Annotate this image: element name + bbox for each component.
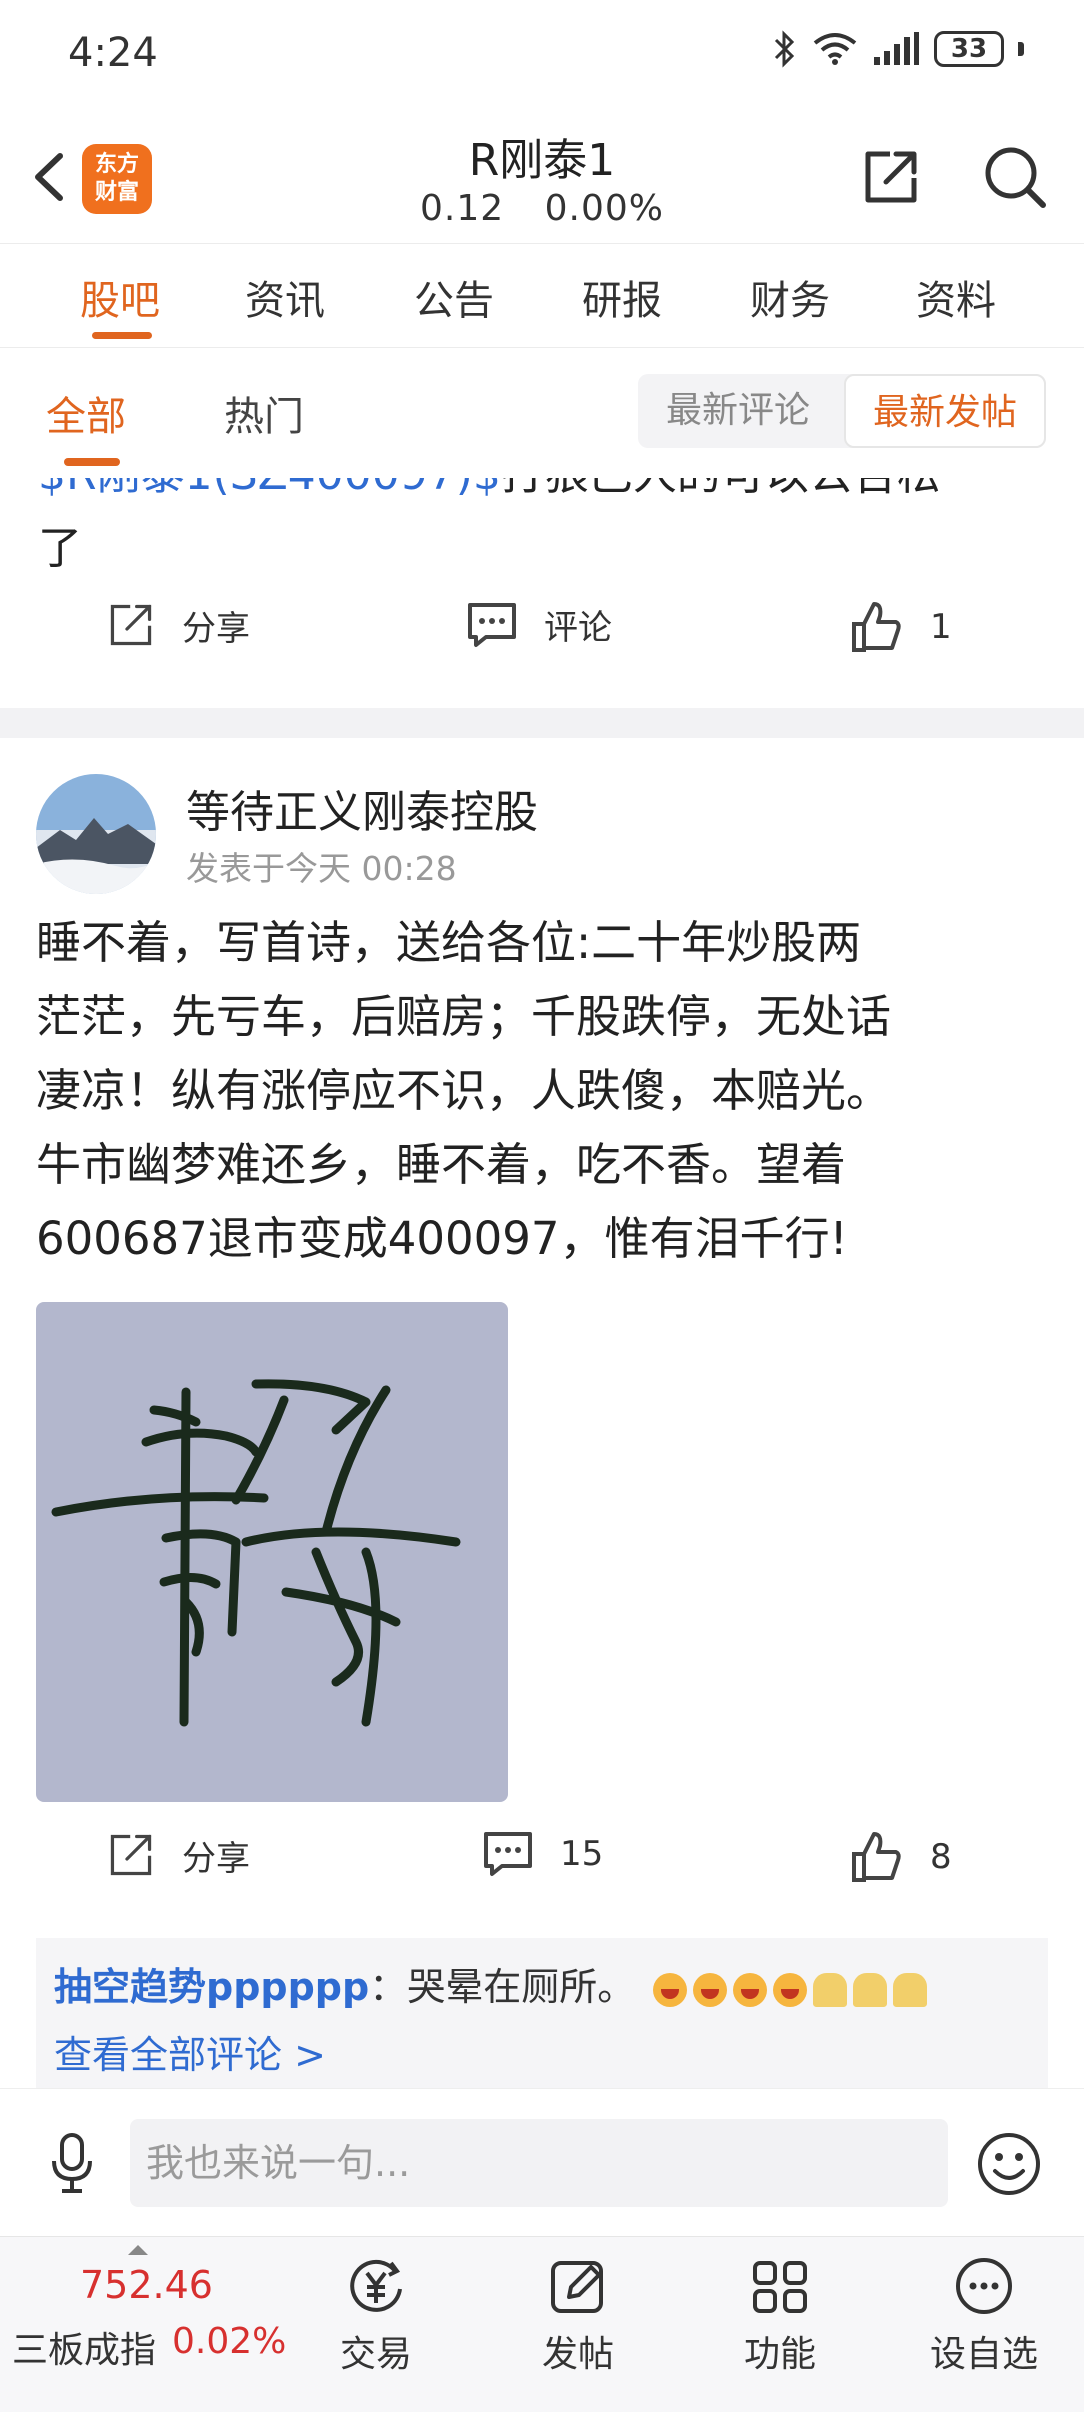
avatar[interactable] bbox=[36, 774, 156, 894]
subtab-hot[interactable]: 热门 bbox=[224, 384, 304, 442]
comment-label: 评论 bbox=[544, 608, 612, 648]
post-line: 睡不着，写首诗，送给各位:二十年炒股两 bbox=[36, 916, 862, 969]
commenter-name[interactable]: 抽空趋势pppppp bbox=[54, 1965, 369, 2009]
stock-price: 0.12 bbox=[420, 188, 505, 229]
like-button[interactable]: 8 bbox=[850, 1830, 952, 1884]
nav-watchlist[interactable]: 设自选 bbox=[904, 2255, 1064, 2377]
previous-post-text[interactable]: $R刚泰1(SZ400097)$打狼巴人的可以公告松 了 bbox=[38, 478, 1048, 586]
nav-functions[interactable]: 功能 bbox=[700, 2255, 860, 2377]
battery-indicator: 33 bbox=[934, 31, 1004, 67]
sort-toggle: 最新评论 最新发帖 bbox=[638, 374, 1046, 448]
post-line: 凄凉！纵有涨停应不识，人跌傻，本赔光。 bbox=[36, 1064, 892, 1117]
stock-link[interactable]: $R刚泰1(SZ400097)$ bbox=[38, 478, 501, 500]
share-button[interactable]: 分享 bbox=[106, 1830, 250, 1880]
laughing-emoji-icon bbox=[653, 1972, 688, 2007]
comment-icon bbox=[484, 1832, 532, 1876]
thumbs-up-icon bbox=[852, 602, 901, 652]
comment-button[interactable]: 评论 bbox=[466, 600, 612, 649]
grid-icon bbox=[753, 2261, 807, 2313]
sort-latest-post[interactable]: 最新发帖 bbox=[844, 374, 1046, 448]
post-body[interactable]: 睡不着，写首诗，送给各位:二十年炒股两 茫茫，先亏车，后赔房；千股跌停，无处话 … bbox=[36, 906, 1056, 1276]
post-line: 牛市幽梦难还乡，睡不着，吃不香。望着 bbox=[36, 1138, 847, 1191]
battery-tip bbox=[1018, 42, 1024, 56]
calligraphy-image bbox=[51, 1379, 461, 1727]
author-name[interactable]: 等待正义刚泰控股 bbox=[186, 776, 538, 840]
stock-header: 东方 财富 R刚泰1 0.12 0.00% bbox=[0, 112, 1084, 244]
like-button[interactable]: 1 bbox=[850, 600, 952, 654]
share-label: 分享 bbox=[182, 608, 250, 649]
previous-post-tail: 打狼巴人的可以公告松 bbox=[501, 478, 941, 500]
nav-trade[interactable]: 交易 bbox=[296, 2255, 456, 2377]
status-icons: 33 bbox=[772, 30, 1024, 68]
stock-change: 0.00% bbox=[544, 188, 664, 229]
emoji-icon[interactable] bbox=[976, 2131, 1042, 2197]
wifi-icon bbox=[813, 33, 857, 65]
reply-input[interactable] bbox=[130, 2119, 948, 2207]
bluetooth-icon bbox=[774, 30, 795, 68]
signal-icon bbox=[874, 32, 919, 65]
praying-hands-emoji-icon bbox=[813, 1972, 848, 2007]
active-subtab-indicator bbox=[64, 458, 120, 466]
nav-watchlist-label: 设自选 bbox=[929, 2334, 1038, 2375]
comment-preview-line: 抽空趋势pppppp：哭晕在厕所。 bbox=[54, 1956, 928, 2011]
comment-button[interactable]: 15 bbox=[482, 1830, 603, 1878]
search-icon[interactable] bbox=[980, 142, 1050, 212]
nav-trade-label: 交易 bbox=[339, 2334, 412, 2375]
active-tab-indicator bbox=[92, 332, 152, 339]
thumbs-up-icon bbox=[852, 1832, 901, 1882]
microphone-icon[interactable] bbox=[46, 2131, 98, 2195]
like-count: 8 bbox=[930, 1837, 952, 1877]
like-count: 1 bbox=[930, 607, 952, 647]
comment-preview[interactable]: 抽空趋势pppppp：哭晕在厕所。 查看全部评论 > bbox=[36, 1938, 1048, 2088]
comment-text: ：哭晕在厕所。 bbox=[369, 1965, 636, 2009]
sort-latest-comment[interactable]: 最新评论 bbox=[638, 374, 838, 448]
bottom-nav: 752.46 三板成指 0.02% 交易 发帖 功能 设自选 bbox=[0, 2236, 1084, 2412]
subtab-all[interactable]: 全部 bbox=[46, 384, 126, 442]
comment-icon bbox=[468, 602, 516, 647]
laughing-emoji-icon bbox=[733, 1972, 768, 2007]
tab-guba[interactable]: 股吧 bbox=[80, 268, 160, 326]
previous-post-actions: 分享 评论 1 bbox=[0, 600, 1084, 680]
tab-announcements[interactable]: 公告 bbox=[414, 268, 494, 326]
nav-functions-label: 功能 bbox=[743, 2334, 816, 2375]
nav-post[interactable]: 发帖 bbox=[498, 2255, 658, 2377]
share-button[interactable]: 分享 bbox=[106, 600, 250, 650]
laughing-emoji-icon bbox=[773, 1972, 808, 2007]
status-bar: 4:24 33 bbox=[0, 0, 1084, 112]
main-tabs: 股吧 资讯 公告 研报 财务 资料 bbox=[0, 244, 1084, 348]
previous-post-last-line: 了 bbox=[38, 523, 82, 574]
reply-bar bbox=[0, 2088, 1084, 2236]
post-line: 茫茫，先亏车，后赔房；千股跌停，无处话 bbox=[36, 990, 892, 1043]
share-icon bbox=[110, 604, 152, 646]
tab-news[interactable]: 资讯 bbox=[245, 268, 325, 326]
comment-count: 15 bbox=[560, 1834, 604, 1874]
share-icon bbox=[110, 1834, 152, 1876]
tab-research[interactable]: 研报 bbox=[582, 268, 662, 326]
post-actions: 分享 15 8 bbox=[0, 1830, 1084, 1910]
index-name[interactable]: 三板成指 bbox=[12, 2321, 156, 2373]
more-icon bbox=[956, 2258, 1012, 2314]
compose-icon bbox=[551, 2261, 603, 2313]
trade-icon bbox=[350, 2259, 402, 2312]
laughing-emoji-icon bbox=[693, 1972, 728, 2007]
nav-post-label: 发帖 bbox=[541, 2334, 614, 2375]
post-divider bbox=[0, 708, 1084, 738]
index-value[interactable]: 752.46 bbox=[80, 2263, 213, 2307]
share-icon[interactable] bbox=[860, 146, 922, 208]
praying-hands-emoji-icon bbox=[853, 1972, 888, 2007]
sub-tabs: 全部 热门 最新评论 最新发帖 bbox=[0, 348, 1084, 478]
praying-hands-emoji-icon bbox=[893, 1972, 928, 2007]
expand-caret-icon[interactable] bbox=[128, 2245, 148, 2255]
post-feed[interactable]: $R刚泰1(SZ400097)$打狼巴人的可以公告松 了 分享 评论 1 等待正… bbox=[0, 478, 1084, 2088]
tab-finance[interactable]: 财务 bbox=[750, 268, 830, 326]
share-label: 分享 bbox=[182, 1838, 250, 1879]
post-line: 600687退市变成400097，惟有泪千行! bbox=[36, 1212, 848, 1265]
view-all-comments-link[interactable]: 查看全部评论 > bbox=[54, 2024, 326, 2079]
index-change[interactable]: 0.02% bbox=[172, 2321, 286, 2362]
tab-profile[interactable]: 资料 bbox=[916, 268, 996, 326]
post-time: 发表于今天 00:28 bbox=[186, 849, 457, 888]
status-time: 4:24 bbox=[68, 30, 158, 76]
post-image[interactable] bbox=[36, 1302, 508, 1802]
